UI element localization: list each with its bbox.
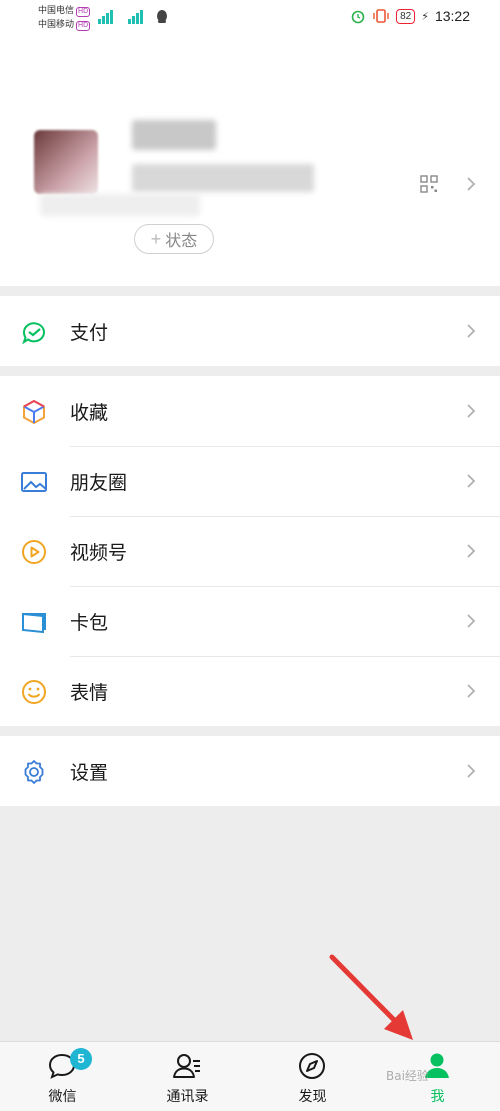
wallet-check-icon <box>22 322 45 345</box>
menu-item-settings[interactable]: 设置 <box>0 736 500 806</box>
tab-label: 微信 <box>48 1088 77 1104</box>
menu-label: 卡包 <box>70 612 109 634</box>
status-bar: 中国电信 HD 中国移动 HD 82 ⚡ 13:22 <box>0 0 500 34</box>
avatar[interactable] <box>34 130 98 194</box>
image-icon <box>21 472 47 492</box>
hd-badge: HD <box>76 7 91 17</box>
tab-chats[interactable]: 5 微信 <box>0 1042 125 1111</box>
clock: 13:22 <box>434 8 470 24</box>
watermark: Bai经验 <box>386 1069 429 1083</box>
menu-label: 设置 <box>70 762 109 784</box>
status-button[interactable]: + 状态 <box>134 224 214 254</box>
smiley-icon <box>22 680 46 704</box>
menu-label: 视频号 <box>70 542 128 564</box>
chevron-right-icon <box>467 764 476 778</box>
play-circle-icon <box>22 540 46 564</box>
chevron-right-icon <box>467 324 476 338</box>
menu-item-moments[interactable]: 朋友圈 <box>0 446 500 516</box>
carrier-2: 中国移动 HD <box>38 19 91 31</box>
plus-icon: + <box>150 228 162 249</box>
battery-indicator: 82 <box>396 8 416 24</box>
menu-item-favorites[interactable]: 收藏 <box>0 376 500 446</box>
alarm-icon <box>351 10 365 24</box>
carrier-1: 中国电信 HD <box>38 5 91 17</box>
tab-contacts[interactable]: 通讯录 <box>125 1042 250 1111</box>
qq-icon <box>157 10 167 23</box>
pay-section: 支付 <box>0 296 500 366</box>
tab-label: 发现 <box>298 1088 327 1104</box>
menu-label: 收藏 <box>70 402 109 424</box>
features-section: 收藏 朋友圈 视频号 卡包 表情 <box>0 376 500 726</box>
status-label: 状态 <box>165 233 198 250</box>
menu-item-pay[interactable]: 支付 <box>0 296 500 366</box>
compass-icon <box>299 1053 325 1079</box>
qr-code-icon[interactable] <box>420 175 438 193</box>
gear-icon <box>24 760 44 784</box>
nickname-blurred <box>132 120 216 150</box>
signal-icon <box>98 6 113 24</box>
menu-item-stickers[interactable]: 表情 <box>0 656 500 726</box>
profile-header[interactable]: + 状态 <box>0 34 500 286</box>
blur-area <box>40 194 200 216</box>
chevron-right-icon <box>467 474 476 488</box>
menu-label: 朋友圈 <box>70 472 128 494</box>
charging-icon: ⚡ <box>421 10 429 23</box>
chevron-right-icon <box>467 544 476 558</box>
wechat-id-blurred <box>132 164 314 192</box>
status-right: 82 ⚡ 13:22 <box>350 8 470 24</box>
vibrate-icon <box>373 9 389 23</box>
tab-label: 通讯录 <box>166 1088 209 1104</box>
hd-badge: HD <box>76 21 91 31</box>
settings-section: 设置 <box>0 736 500 806</box>
tab-label: 我 <box>430 1088 445 1104</box>
chevron-right-icon <box>467 177 476 191</box>
card-wallet-icon <box>22 612 46 634</box>
chevron-right-icon <box>467 614 476 628</box>
chevron-right-icon <box>467 404 476 418</box>
cube-icon <box>23 399 45 425</box>
signal-icon <box>128 6 143 24</box>
menu-label: 表情 <box>70 682 109 704</box>
tab-discover[interactable]: 发现 <box>250 1042 375 1111</box>
menu-label: 支付 <box>70 322 109 344</box>
chevron-right-icon <box>467 684 476 698</box>
unread-badge: 5 <box>70 1048 92 1070</box>
contacts-icon <box>173 1054 200 1078</box>
menu-item-cards[interactable]: 卡包 <box>0 586 500 656</box>
menu-item-channels[interactable]: 视频号 <box>0 516 500 586</box>
